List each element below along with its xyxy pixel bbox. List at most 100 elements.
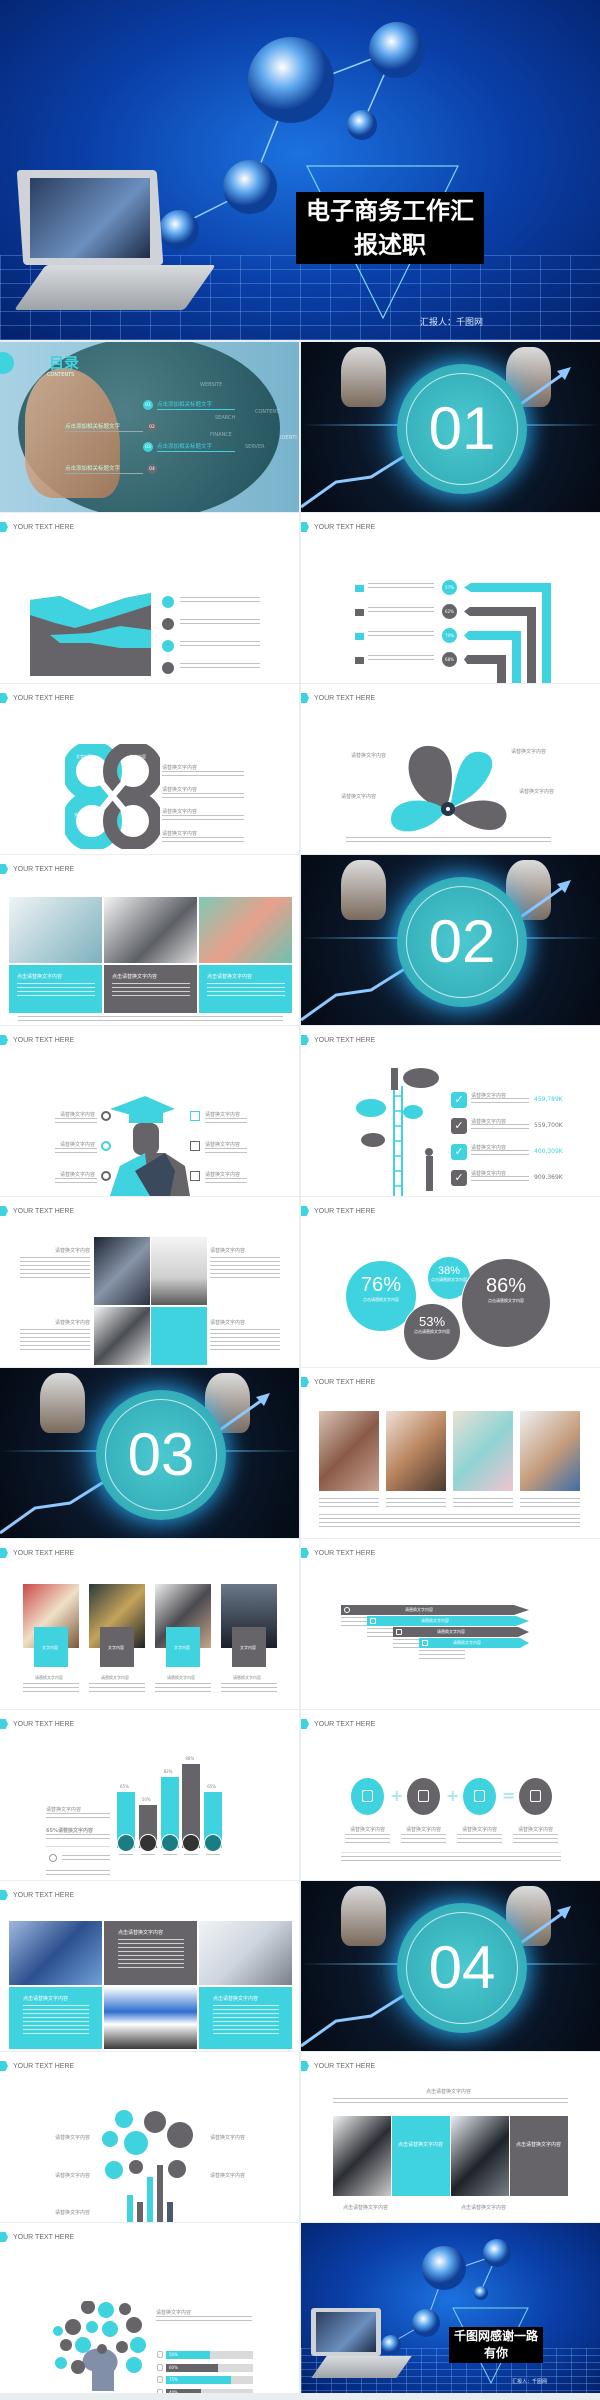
petal-label: 请替换文字内容 xyxy=(511,749,547,755)
slide-header: YOUR TEXT HERE xyxy=(13,1036,75,1044)
item-icon xyxy=(101,1141,111,1151)
end-reporter: 汇报人：千图网 xyxy=(512,2379,548,2385)
placeholder-text xyxy=(55,1118,97,1126)
bent-arrow-stem xyxy=(542,583,551,683)
toc-item-label: 点击添加相关标题文字 xyxy=(157,442,235,452)
placeholder-text xyxy=(368,583,434,590)
design-photo xyxy=(453,1411,513,1491)
toc-item[interactable]: 02 点击添加相关标题文字 xyxy=(65,422,157,432)
icon-label: 请替换文字内容 xyxy=(210,2173,246,2179)
list-icon xyxy=(162,662,174,674)
text-card: 点击请替换文字内容 xyxy=(104,965,197,1013)
equation-icon-circle[interactable] xyxy=(463,1778,496,1815)
check-value: 459,789K xyxy=(534,1096,563,1103)
placeholder-text xyxy=(162,837,244,843)
wave-shape xyxy=(30,593,151,676)
toc-item-number: 01 xyxy=(143,400,153,410)
placeholder-text xyxy=(162,815,244,821)
handshake-photo xyxy=(94,1307,150,1365)
equation-icon xyxy=(362,1790,373,1802)
card-title: 点击请替换文字内容 xyxy=(17,974,63,980)
bar-category-label xyxy=(162,1854,177,1856)
step-icon xyxy=(370,1618,376,1624)
toc-slide: 目录 CONTENTS WEBSITE CONTENT SEARCH FINAN… xyxy=(0,342,299,512)
placeholder-text xyxy=(205,1148,247,1156)
equation-label: 请替换文字内容 xyxy=(462,1827,498,1833)
petal-label: 请替换文字内容 xyxy=(341,794,377,800)
ladder-checklist-slide: YOUR TEXT HERE ✓ 请替换文字内容 459,789K ✓ 请替换文字… xyxy=(301,1026,600,1196)
equation-icon-circle[interactable] xyxy=(351,1778,384,1815)
percent-caption: 点击请替换文字内容 xyxy=(488,1298,524,1303)
percent-circles-slide: YOUR TEXT HERE 76% 点击请替换文字内容 38% 点击请替换文字… xyxy=(301,1197,600,1367)
header-tab-icon xyxy=(0,2232,8,2242)
toc-title: 目录 xyxy=(49,354,80,372)
placeholder-text xyxy=(513,1834,558,1843)
check-value: 559,700K xyxy=(534,1122,563,1129)
slide-header: YOUR TEXT HERE xyxy=(314,2062,376,2070)
bar-icon xyxy=(160,1834,179,1852)
bar-value-label: 65% xyxy=(120,1784,129,1790)
bar-value-label: 50% xyxy=(141,1797,151,1802)
accent-dot xyxy=(0,352,14,374)
item-icon xyxy=(190,1111,200,1121)
head-icons-illustration xyxy=(53,2301,146,2391)
toc-item[interactable]: 03 点击添加相关标题文字 xyxy=(143,442,235,452)
header-tab-icon xyxy=(0,693,8,703)
card-label-box: 文字内容 xyxy=(166,1627,200,1667)
globe-sphere xyxy=(248,37,334,123)
text-title: 请替换文字内容 xyxy=(210,1320,246,1326)
text-card: 点击请替换文字内容 xyxy=(104,1921,197,1985)
progress-heading: 请替换文字内容 xyxy=(156,2310,192,2316)
placeholder-text xyxy=(118,1939,184,1969)
section-number: 04 xyxy=(428,1934,496,2001)
toc-item-number: 04 xyxy=(147,464,157,474)
slide-header: YOUR TEXT HERE xyxy=(13,1891,75,1899)
equation-icon xyxy=(530,1790,541,1802)
header-tab-icon xyxy=(301,1206,309,1216)
check-value: 909,369K xyxy=(534,1174,563,1181)
equation-label: 请替换文字内容 xyxy=(350,1827,386,1833)
knot-label: 文字内容 xyxy=(74,812,90,817)
text-card: 点击请替换文字内容 xyxy=(199,1987,292,2049)
slide-header: YOUR TEXT HERE xyxy=(314,523,376,531)
divider xyxy=(341,1852,561,1853)
placeholder-text xyxy=(471,1176,529,1184)
progress-fill: 75% xyxy=(166,2376,232,2384)
placeholder-text xyxy=(23,1683,79,1693)
caption: 点击请替换文字内容 xyxy=(343,2205,389,2211)
step-label: 请替换文字内容 xyxy=(421,1618,449,1623)
placeholder-text xyxy=(346,837,551,843)
toc-item[interactable]: 04 点击添加相关标题文字 xyxy=(65,464,157,474)
step-label: 请替换文字内容 xyxy=(453,1640,481,1645)
toc-item-number: 02 xyxy=(147,422,157,432)
bar-icon xyxy=(204,1834,223,1852)
item-icon xyxy=(190,1141,200,1151)
header-tab-icon xyxy=(301,2061,309,2071)
placeholder-text xyxy=(210,1329,280,1351)
text-title: 请替换文字内容 xyxy=(55,1320,91,1326)
slide-header: YOUR TEXT HERE xyxy=(314,1036,376,1044)
progress-icon xyxy=(157,2388,163,2393)
placeholder-text xyxy=(180,641,260,648)
section-circle: 04 xyxy=(397,1903,527,2033)
toc-item-number: 03 xyxy=(143,442,153,452)
bar-icon xyxy=(138,1834,157,1852)
knot-item-title: 请替换文字内容 xyxy=(162,831,198,837)
placeholder-text xyxy=(112,983,190,997)
equation-icon-circle[interactable] xyxy=(407,1778,440,1815)
placeholder-text xyxy=(368,631,434,638)
progress-track: 75% xyxy=(166,2376,253,2384)
bg-word: SERVER xyxy=(245,444,265,450)
meeting-photo xyxy=(104,897,197,963)
divider xyxy=(319,1514,580,1515)
cover-slide: 电子商务工作汇 报述职 汇报人：千图网 xyxy=(0,0,600,340)
toc-item[interactable]: 01 点击添加相关标题文字 xyxy=(143,400,235,410)
checkbox-icon: ✓ xyxy=(451,1144,467,1160)
three-photo-slide: YOUR TEXT HERE 点击请替换文字内容 点击请替换文字内容 点击请替换… xyxy=(0,855,299,1025)
placeholder-text xyxy=(89,1683,145,1693)
card-title: 点击请替换文字内容 xyxy=(213,1996,259,2002)
placeholder-text xyxy=(419,1650,465,1660)
header-tab-icon xyxy=(301,1377,309,1387)
equation-icon-circle[interactable] xyxy=(519,1778,552,1815)
gears-photo xyxy=(9,897,102,963)
